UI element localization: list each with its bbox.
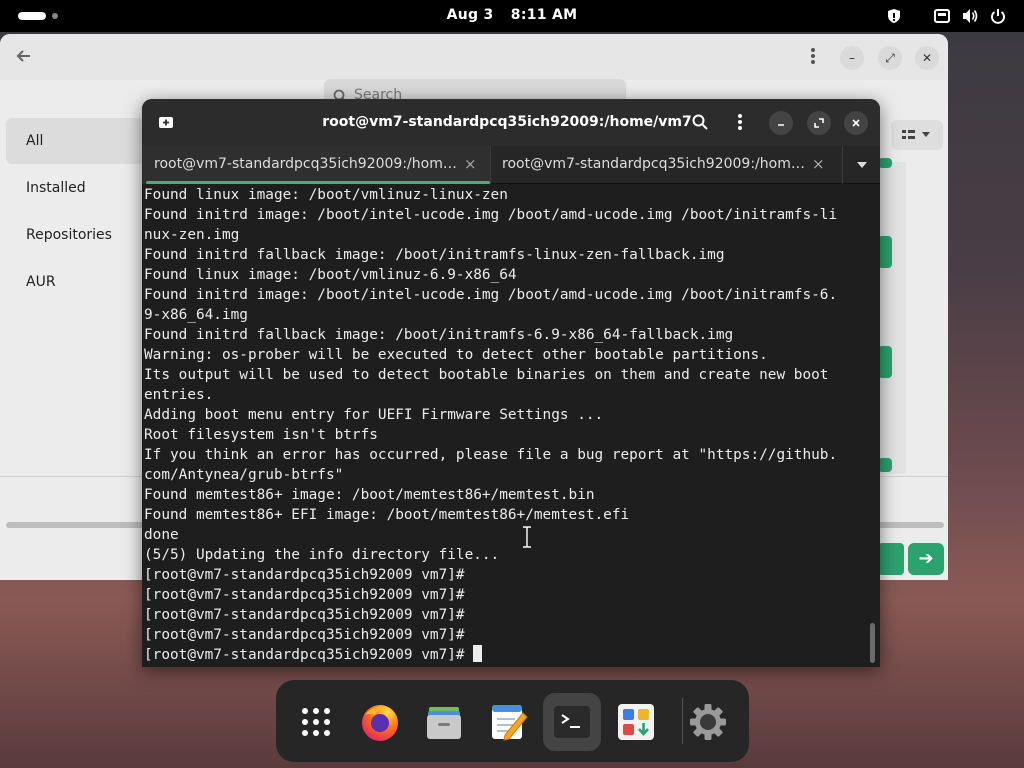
back-arrow-icon[interactable] (14, 46, 34, 66)
dock (276, 680, 749, 762)
sidebar-item-installed[interactable]: Installed (6, 165, 144, 211)
minimize-button[interactable]: – (840, 46, 864, 70)
vertical-scrollbar[interactable] (870, 623, 875, 663)
time-label: 8:11 AM (510, 7, 578, 23)
power-icon[interactable] (988, 6, 1008, 26)
terminal-line: 9-x86_64.img (144, 307, 248, 323)
tab-label: root@vm7-standardpcq35ich92009:/hom… (154, 156, 457, 172)
menu-kebab-icon[interactable] (806, 46, 820, 66)
app-grid-icon[interactable] (287, 693, 345, 751)
close-tab-icon[interactable]: × (812, 155, 825, 173)
secondary-action-button[interactable] (878, 543, 904, 575)
menu-kebab-icon[interactable] (728, 110, 752, 134)
horizontal-scrollbar[interactable] (878, 522, 944, 528)
next-arrow-button[interactable]: ➔ (908, 543, 944, 575)
install-button[interactable] (878, 346, 892, 378)
terminal-line: [root@vm7-standardpcq35ich92009 vm7]# (144, 645, 870, 665)
files-icon[interactable] (415, 693, 473, 751)
sidebar: All Installed Repositories AUR (6, 118, 144, 306)
install-button[interactable] (878, 158, 892, 168)
maximize-button[interactable]: ⤢ (878, 46, 902, 70)
view-mode-button[interactable] (891, 120, 943, 150)
text-cursor-icon (521, 526, 533, 548)
volume-icon[interactable] (960, 6, 980, 26)
tab-list-dropdown[interactable] (842, 146, 880, 184)
terminal-cursor (473, 645, 483, 662)
terminal-line: Warning: os-prober will be executed to d… (144, 347, 768, 363)
search-icon[interactable] (688, 110, 712, 134)
terminal-line: Found linux image: /boot/vmlinuz-6.9-x86… (144, 267, 517, 283)
terminal-line: [root@vm7-standardpcq35ich92009 vm7]# (144, 587, 465, 603)
minimize-button[interactable] (769, 111, 793, 135)
terminal-line: [root@vm7-standardpcq35ich92009 vm7]# (144, 627, 465, 643)
firefox-icon[interactable] (351, 693, 409, 751)
terminal-line: Found memtest86+ EFI image: /boot/memtes… (144, 507, 630, 523)
shield-icon[interactable] (884, 6, 904, 26)
tab-bar: root@vm7-standardpcq35ich92009:/hom… × r… (142, 146, 880, 184)
terminal-line: com/Antynea/grub-btrfs" (144, 467, 344, 483)
package-list-edge (878, 162, 906, 474)
terminal-line: Found linux image: /boot/vmlinuz-linux-z… (144, 187, 508, 203)
terminal-line: [root@vm7-standardpcq35ich92009 vm7]# (144, 607, 465, 623)
network-icon[interactable] (932, 6, 952, 26)
terminal-line: Found initrd fallback image: /boot/initr… (144, 327, 734, 343)
terminal-line: Found initrd fallback image: /boot/initr… (144, 247, 725, 263)
install-button[interactable] (878, 236, 892, 268)
close-button[interactable] (844, 111, 868, 135)
sidebar-item-aur[interactable]: AUR (6, 259, 144, 305)
text-editor-icon[interactable] (479, 693, 537, 751)
active-tab-indicator (146, 181, 490, 184)
terminal-line: done (144, 527, 179, 543)
sidebar-item-repositories[interactable]: Repositories (6, 212, 144, 258)
terminal-output[interactable]: Found linux image: /boot/vmlinuz-linux-z… (144, 185, 870, 667)
tab-label: root@vm7-standardpcq35ich92009:/hom… (502, 156, 805, 172)
terminal-line: nux-zen.img (144, 227, 240, 243)
close-button[interactable]: ✕ (915, 46, 939, 70)
terminal-line: Found initrd image: /boot/intel-ucode.im… (144, 287, 838, 303)
close-tab-icon[interactable]: × (464, 155, 477, 173)
terminal-line: (5/5) Updating the info directory file..… (144, 547, 500, 563)
install-button[interactable] (878, 458, 892, 472)
maximize-button[interactable] (807, 111, 831, 135)
terminal-line: Its output will be used to detect bootab… (144, 367, 829, 383)
terminal-icon[interactable] (543, 693, 601, 751)
top-bar: Aug 3 8:11 AM (0, 0, 1024, 32)
software-icon[interactable] (607, 693, 665, 751)
settings-icon[interactable] (679, 693, 737, 751)
terminal-line: Adding boot menu entry for UEFI Firmware… (144, 407, 604, 423)
tab-1[interactable]: root@vm7-standardpcq35ich92009:/hom… × (142, 146, 490, 184)
date-label: Aug 3 (446, 7, 494, 23)
terminal-window: root@vm7-standardpcq35ich92009:/home/vm7… (142, 99, 880, 667)
terminal-line: Found initrd image: /boot/intel-ucode.im… (144, 207, 838, 223)
terminal-line: If you think an error has occurred, plea… (144, 447, 838, 463)
terminal-line: Found memtest86+ image: /boot/memtest86+… (144, 487, 595, 503)
sidebar-item-all[interactable]: All (6, 118, 144, 164)
terminal-line: entries. (144, 387, 214, 403)
terminal-line: [root@vm7-standardpcq35ich92009 vm7]# (144, 567, 465, 583)
tab-2[interactable]: root@vm7-standardpcq35ich92009:/hom… × (490, 146, 842, 184)
terminal-line: Root filesystem isn't btrfs (144, 427, 378, 443)
clock[interactable]: Aug 3 8:11 AM (0, 7, 1024, 23)
horizontal-scrollbar[interactable] (6, 522, 144, 528)
new-tab-icon[interactable] (158, 114, 174, 130)
